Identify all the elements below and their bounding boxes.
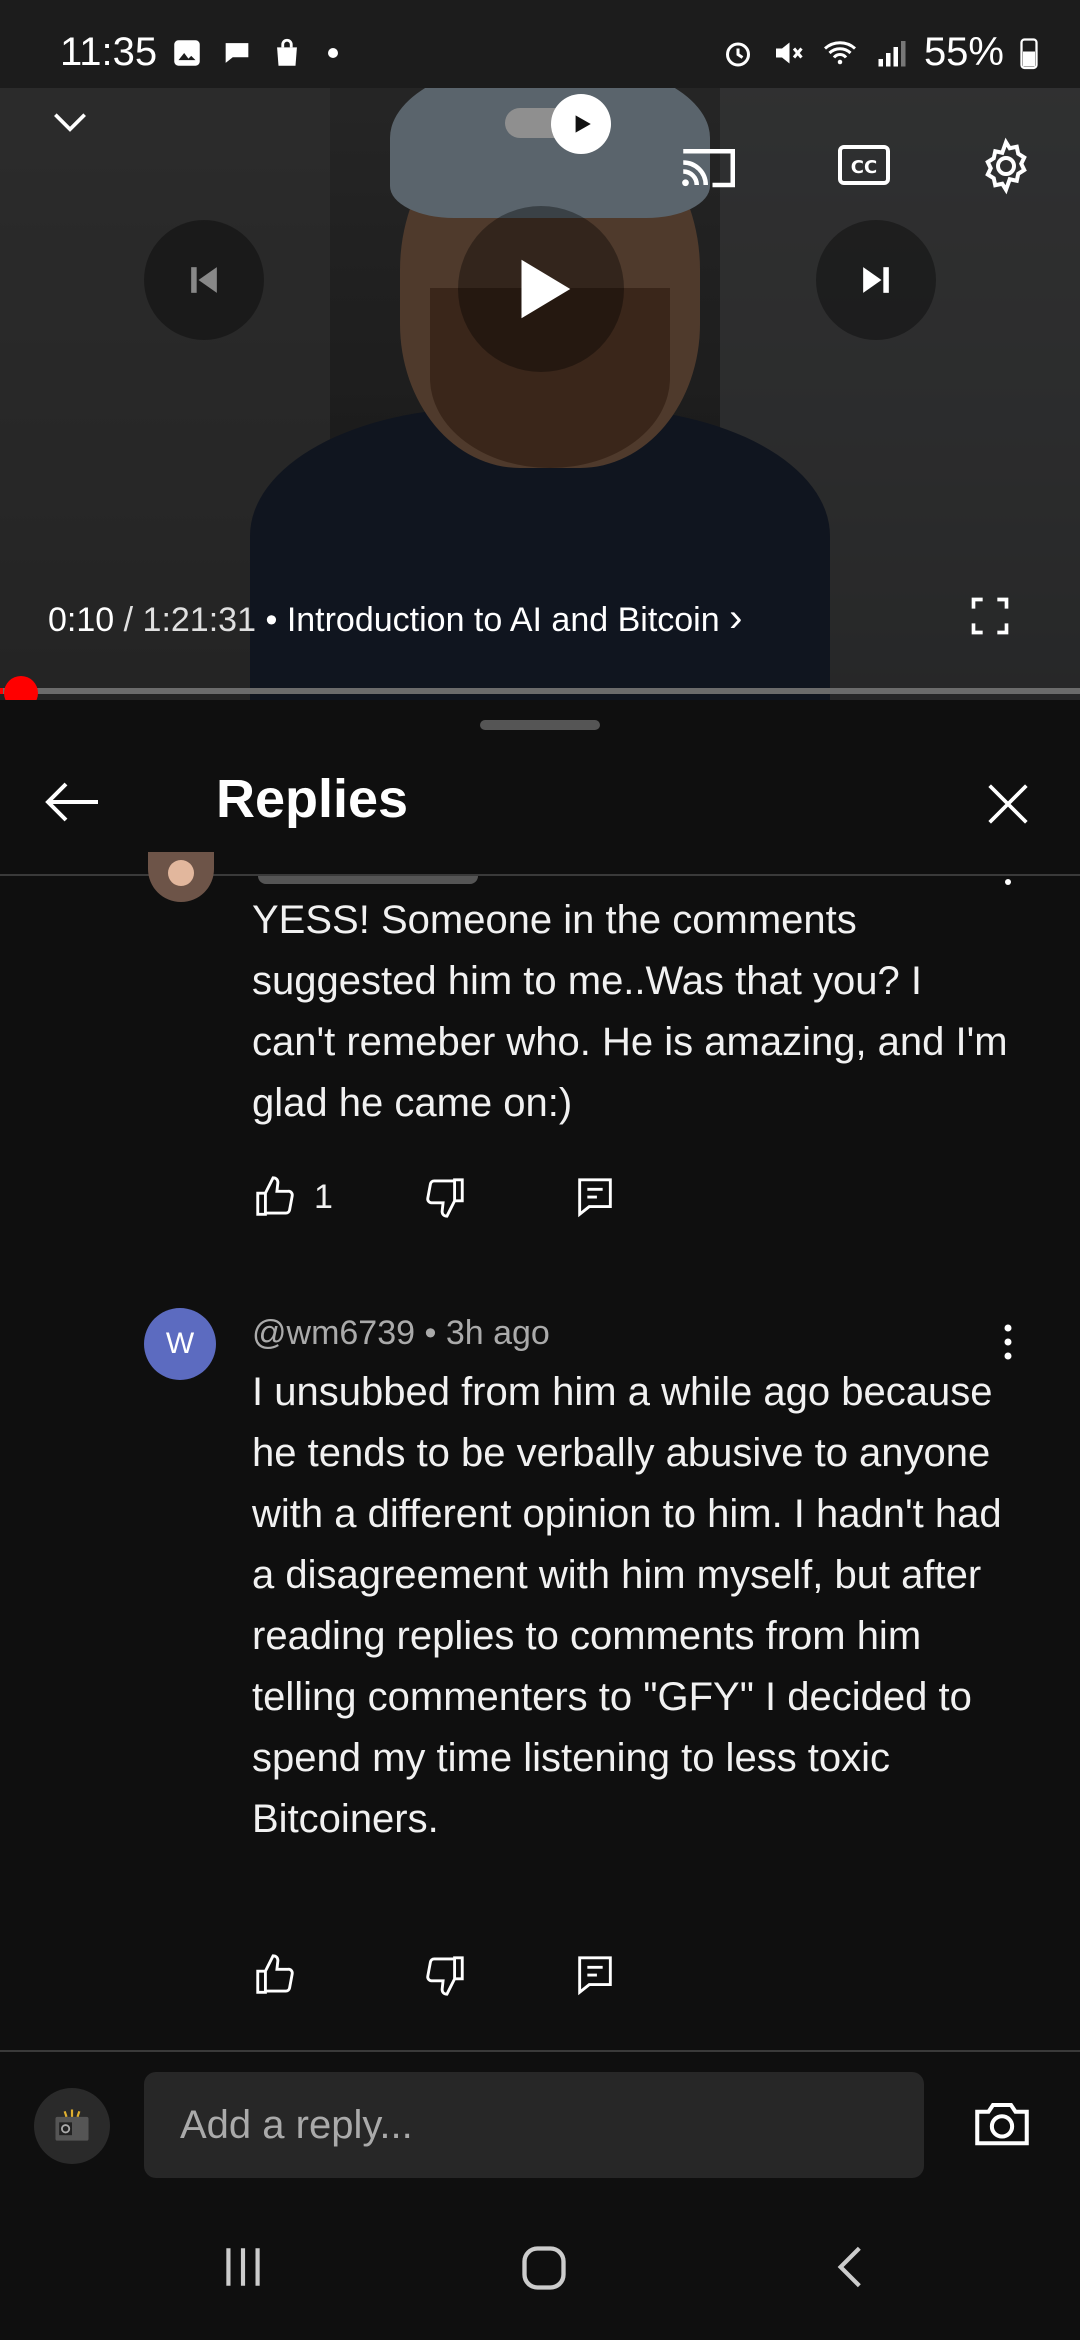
settings-icon[interactable] (976, 136, 1036, 196)
comment-author[interactable]: @wm6739 (252, 1314, 415, 1352)
avatar-letter: W (165, 1327, 195, 1360)
chat-icon (225, 43, 249, 63)
reply-divider (0, 2050, 1080, 2052)
chapter-bullet: • (265, 601, 278, 639)
battery-percent: 55% (923, 30, 1004, 74)
video-player[interactable]: CC 0:10 / 1:21:31 • Introduction to AI a… (0, 88, 1080, 700)
mute-icon (775, 42, 803, 63)
status-bar: 11:35 55% (0, 0, 1080, 88)
dislike-icon[interactable] (422, 1174, 468, 1220)
like-button[interactable] (252, 1952, 298, 1998)
battery-icon (1020, 37, 1038, 69)
user-avatar[interactable] (34, 2088, 110, 2164)
reply-input[interactable]: Add a reply... (144, 2072, 924, 2178)
fullscreen-icon[interactable] (968, 594, 1012, 638)
comment-text: YESS! Someone in the comments suggested … (252, 898, 1008, 1125)
svg-text:CC: CC (851, 157, 877, 178)
collapse-icon[interactable] (48, 100, 92, 144)
reply-icon[interactable] (572, 1174, 618, 1220)
nav-back-icon[interactable] (826, 2242, 876, 2292)
duration: 1:21:31 (142, 601, 256, 639)
like-icon (256, 1954, 294, 1994)
camera-icon[interactable] (970, 2096, 1034, 2150)
close-icon[interactable] (986, 782, 1030, 826)
cast-icon[interactable] (676, 140, 740, 194)
like-count: 1 (314, 1177, 333, 1216)
previous-button[interactable] (144, 220, 264, 340)
comment-time: 3h ago (445, 1314, 550, 1352)
more-vert-icon[interactable] (996, 1322, 1020, 1362)
drag-handle[interactable] (480, 720, 600, 730)
panel-title: Replies (216, 769, 409, 829)
reply-icon[interactable] (572, 1952, 618, 1998)
play-icon (521, 259, 571, 319)
gallery-icon (174, 40, 200, 66)
comment-meta: @wm6739 • 3h ago (252, 1314, 550, 1353)
alarm-icon (725, 42, 750, 66)
current-time: 0:10 (48, 601, 115, 639)
like-icon (256, 1176, 294, 1216)
next-button[interactable] (816, 220, 936, 340)
play-button[interactable] (458, 206, 624, 372)
meta-bullet: • (424, 1314, 437, 1352)
wifi-icon (823, 40, 856, 64)
shopping-bag-icon (277, 38, 297, 66)
dislike-icon[interactable] (422, 1952, 468, 1998)
chapter-arrow-icon: › (729, 596, 743, 640)
notification-icons (170, 36, 338, 70)
progress-bar[interactable] (0, 688, 1080, 694)
status-time: 11:35 (60, 30, 158, 74)
system-status: 55% (720, 30, 1040, 75)
back-arrow-icon[interactable] (44, 780, 100, 824)
previous-icon (191, 267, 217, 293)
avatar[interactable]: W (144, 1308, 216, 1380)
captions-icon[interactable]: CC (836, 140, 892, 190)
more-vert-icon[interactable] (996, 876, 1020, 886)
user-avatar-icon (55, 2109, 89, 2141)
more-notifications-dot (328, 48, 338, 58)
time-and-chapter[interactable]: 0:10 / 1:21:31 • Introduction to AI and … (48, 596, 742, 641)
next-icon (863, 267, 889, 293)
author-badge (258, 876, 478, 884)
progress-fill (0, 688, 3, 694)
time-separator: / (123, 601, 134, 639)
home-icon[interactable] (518, 2242, 570, 2294)
recent-apps-icon[interactable] (218, 2242, 268, 2292)
signal-icon (878, 40, 906, 66)
chapter-title[interactable]: Introduction to AI and Bitcoin (287, 601, 720, 639)
autoplay-toggle-icon[interactable] (505, 94, 615, 154)
comment-text: I unsubbed from him a while ago because … (252, 1370, 1002, 1841)
like-button[interactable]: 1 (252, 1174, 333, 1220)
